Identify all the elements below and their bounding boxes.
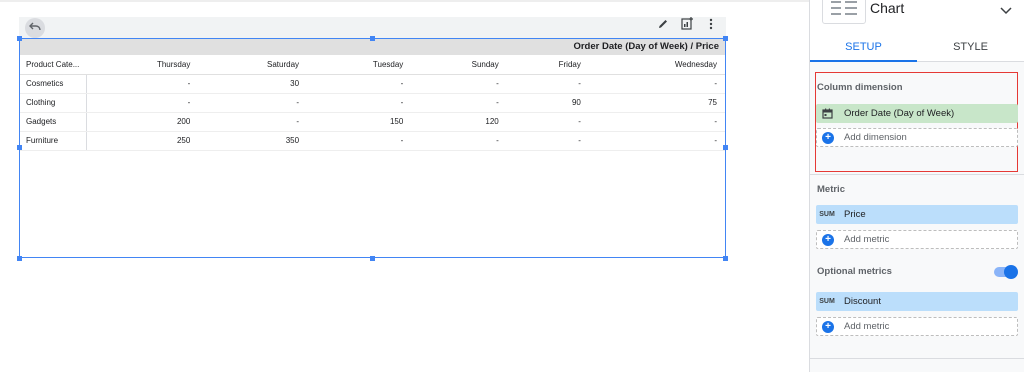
table-cell: 120: [411, 112, 507, 132]
table-cell: 30: [198, 74, 308, 94]
table-cell: -: [506, 131, 589, 151]
section-divider: [810, 358, 1024, 359]
table-cell: -: [411, 131, 507, 151]
add-metric-button[interactable]: + Add metric: [816, 230, 1018, 249]
plus-icon: +: [822, 320, 834, 333]
resize-handle[interactable]: [17, 145, 22, 150]
metric-chip[interactable]: SUM Price: [816, 205, 1018, 224]
table-cell: 90: [506, 93, 589, 113]
calendar-icon: [816, 108, 838, 119]
table-cell: -: [198, 93, 308, 113]
column-header[interactable]: Friday: [506, 55, 589, 75]
properties-panel: Chart SETUP STYLE Column dimension Order…: [810, 0, 1024, 372]
table-cell: -: [307, 74, 412, 94]
undo-icon: [29, 19, 41, 37]
metric-label: Price: [844, 209, 866, 220]
row-label: Gadgets: [20, 112, 87, 132]
row-label: Furniture: [20, 131, 87, 151]
chart-add-icon: [680, 17, 694, 35]
explore-button[interactable]: [680, 17, 694, 35]
optional-metric-label: Discount: [844, 296, 881, 307]
column-header[interactable]: Tuesday: [307, 55, 412, 75]
table-row: Clothing - - - - 90 75: [20, 93, 725, 113]
chart-type-selector[interactable]: Chart: [810, 0, 1024, 30]
resize-handle[interactable]: [723, 256, 728, 261]
chart-toolbar: [19, 17, 726, 38]
report-canvas: Order Date (Day of Week) / Price Product…: [0, 0, 810, 372]
tab-setup[interactable]: SETUP: [810, 36, 917, 62]
plus-icon: +: [822, 131, 834, 144]
more-vert-icon: [709, 17, 713, 35]
row-label: Cosmetics: [20, 74, 87, 94]
panel-tabs: SETUP STYLE: [810, 36, 1024, 62]
table-cell: 150: [307, 112, 412, 132]
table-cell: -: [86, 74, 199, 94]
table-cell: -: [198, 112, 308, 132]
resize-handle[interactable]: [370, 256, 375, 261]
table-cell: -: [588, 74, 725, 94]
edit-button[interactable]: [656, 18, 670, 34]
table-cell: -: [588, 112, 725, 132]
table-cell: 350: [198, 131, 308, 151]
table-cell: 200: [86, 112, 199, 132]
chevron-down-icon[interactable]: [1000, 2, 1012, 20]
table-cell: -: [86, 93, 199, 113]
column-header[interactable]: Sunday: [411, 55, 507, 75]
tab-style[interactable]: STYLE: [917, 36, 1024, 62]
column-dimension-label: Order Date (Day of Week): [844, 108, 955, 119]
table-cell: -: [307, 93, 412, 113]
table-chart-thumbnail-icon: [822, 0, 866, 24]
pivot-table-chart[interactable]: Order Date (Day of Week) / Price Product…: [19, 38, 726, 258]
table-cell: -: [506, 74, 589, 94]
column-dimension-title: Column dimension: [817, 82, 903, 93]
section-divider: [810, 174, 1024, 175]
resize-handle[interactable]: [723, 145, 728, 150]
pivot-header-title: Order Date (Day of Week) / Price: [573, 41, 719, 52]
table-cell: 75: [588, 93, 725, 113]
metric-agg-badge: SUM: [819, 211, 835, 218]
resize-handle[interactable]: [17, 36, 22, 41]
add-optional-metric-button[interactable]: + Add metric: [816, 317, 1018, 336]
undo-button[interactable]: [25, 18, 45, 38]
table-cell: -: [411, 74, 507, 94]
canvas-top-border: [0, 0, 810, 2]
optional-metric-chip[interactable]: SUM Discount: [816, 292, 1018, 311]
optional-metrics-title: Optional metrics: [817, 266, 892, 277]
column-dimension-chip[interactable]: Order Date (Day of Week): [816, 104, 1018, 123]
table-row: Furniture 250 350 - - - -: [20, 131, 725, 151]
optional-metric-agg-badge: SUM: [819, 298, 835, 305]
add-dimension-label: Add dimension: [844, 132, 907, 143]
pivot-table: Product Cate... Thursday Saturday Tuesda…: [20, 55, 725, 151]
add-dimension-button[interactable]: + Add dimension: [816, 128, 1018, 147]
table-cell: -: [307, 131, 412, 151]
column-header[interactable]: Saturday: [198, 55, 308, 75]
pivot-header: Order Date (Day of Week) / Price: [20, 39, 725, 55]
column-header[interactable]: Thursday: [86, 55, 199, 75]
resize-handle[interactable]: [723, 36, 728, 41]
plus-icon: +: [822, 233, 834, 246]
table-cell: 250: [86, 131, 199, 151]
table-row: Cosmetics - 30 - - - -: [20, 74, 725, 94]
table-cell: -: [411, 93, 507, 113]
setup-content: Column dimension Order Date (Day of Week…: [810, 62, 1024, 372]
row-label: Clothing: [20, 93, 87, 113]
metric-title: Metric: [817, 184, 845, 195]
pencil-icon: [657, 17, 669, 35]
table-cell: -: [588, 131, 725, 151]
row-dimension-header[interactable]: Product Cate...: [20, 55, 86, 75]
table-row: Gadgets 200 - 150 120 - -: [20, 112, 725, 132]
chart-type-label: Chart: [870, 0, 905, 16]
add-optional-metric-label: Add metric: [844, 321, 890, 332]
table-cell: -: [506, 112, 589, 132]
pivot-column-header-row: Product Cate... Thursday Saturday Tuesda…: [20, 55, 725, 75]
resize-handle[interactable]: [17, 256, 22, 261]
more-options-button[interactable]: [704, 18, 718, 34]
optional-metrics-toggle[interactable]: [994, 265, 1018, 279]
toggle-knob: [1004, 265, 1018, 279]
add-metric-label: Add metric: [844, 234, 890, 245]
resize-handle[interactable]: [370, 36, 375, 41]
column-header[interactable]: Wednesday: [588, 55, 725, 75]
